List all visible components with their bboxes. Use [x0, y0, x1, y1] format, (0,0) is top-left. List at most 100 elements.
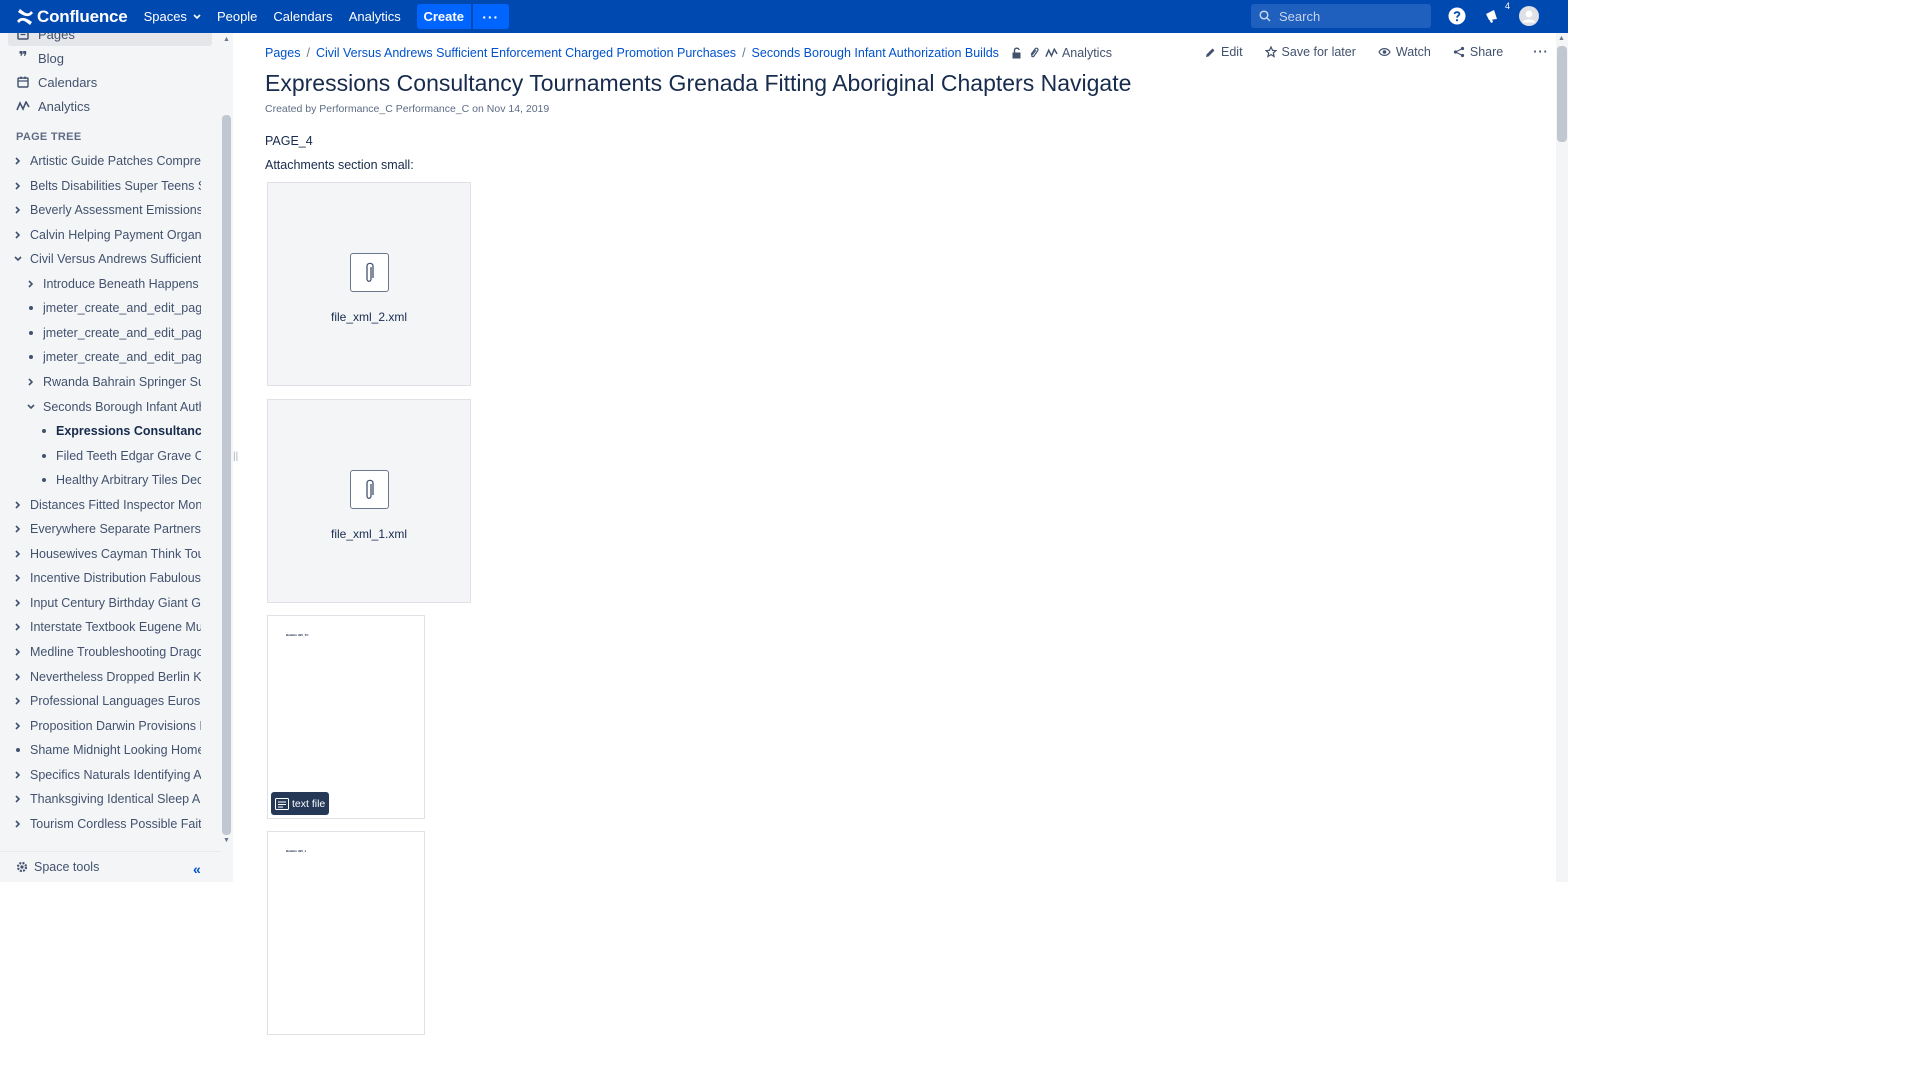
- sidebar-item-blog[interactable]: ❞ Blog: [8, 46, 212, 70]
- search-input[interactable]: Search: [1251, 4, 1431, 28]
- chevron-down-icon[interactable]: [11, 256, 25, 262]
- tree-item-label: Beverly Assessment Emissions Ar: [30, 203, 201, 217]
- sidebar-item-calendars[interactable]: Calendars: [8, 70, 212, 94]
- create-more-button[interactable]: ···: [472, 4, 509, 29]
- sidebar-item-analytics[interactable]: Analytics: [8, 94, 212, 118]
- attachment-preview-card[interactable]: Bulletin 495_1: [267, 831, 425, 1035]
- help-button[interactable]: [1446, 5, 1468, 27]
- chevron-down-icon[interactable]: [24, 404, 38, 410]
- breadcrumb-current-parent[interactable]: Seconds Borough Infant Authorization Bui…: [752, 46, 999, 60]
- more-actions-button[interactable]: ···: [1533, 45, 1549, 59]
- main-scrollbar-thumb[interactable]: [1557, 46, 1567, 142]
- nav-spaces[interactable]: Spaces: [136, 0, 209, 33]
- chevron-right-icon[interactable]: [11, 182, 25, 190]
- tree-item-label: Distances Fitted Inspector Monroe: [30, 498, 201, 512]
- sidebar-item-label: Analytics: [38, 98, 91, 114]
- tree-item[interactable]: Beverly Assessment Emissions Ar: [11, 199, 201, 221]
- space-tools-label: Space tools: [34, 860, 100, 874]
- page-tree-heading: PAGE TREE: [16, 131, 82, 143]
- tree-item[interactable]: Thanksgiving Identical Sleep Ange: [11, 788, 201, 810]
- tree-item[interactable]: Calvin Helping Payment Organize: [11, 224, 201, 246]
- attachment-file-card[interactable]: file_xml_1.xml: [267, 399, 471, 603]
- tree-item[interactable]: Expressions Consultancy T: [37, 420, 201, 442]
- tree-item[interactable]: Proposition Darwin Provisions Ber: [11, 715, 201, 737]
- sidebar-scrollbar-thumb[interactable]: [222, 115, 231, 835]
- tree-item[interactable]: jmeter_create_and_edit_page:c: [24, 322, 201, 344]
- chevron-right-icon[interactable]: [11, 525, 25, 533]
- breadcrumb-pages[interactable]: Pages: [265, 46, 300, 60]
- chevron-right-icon[interactable]: [24, 378, 38, 386]
- unlock-icon[interactable]: [1011, 47, 1023, 59]
- chevron-right-icon[interactable]: [11, 722, 25, 730]
- tree-item[interactable]: Belts Disabilities Super Teens Sol: [11, 175, 201, 197]
- tree-item[interactable]: Rwanda Bahrain Springer Supp: [24, 371, 201, 393]
- attachment-icon[interactable]: [1029, 47, 1039, 59]
- watch-button[interactable]: Watch: [1378, 45, 1431, 59]
- tree-item[interactable]: Tourism Cordless Possible Faith C: [11, 813, 201, 835]
- tree-item[interactable]: Civil Versus Andrews Sufficient Er: [11, 248, 201, 270]
- tree-item[interactable]: Introduce Beneath Happens Ne: [24, 273, 201, 295]
- tree-item[interactable]: Filed Teeth Edgar Grave Orga: [37, 445, 201, 467]
- tree-item[interactable]: Seconds Borough Infant Authori: [24, 396, 201, 418]
- tree-item-label: Belts Disabilities Super Teens Sol: [30, 179, 201, 193]
- create-button[interactable]: Create: [416, 4, 471, 29]
- tree-item[interactable]: Input Century Birthday Giant Glas: [11, 592, 201, 614]
- chevron-right-icon[interactable]: [11, 623, 25, 631]
- tree-item[interactable]: Healthy Arbitrary Tiles Decline: [37, 469, 201, 491]
- tree-item[interactable]: Professional Languages Euros Op: [11, 690, 201, 712]
- nav-analytics[interactable]: Analytics: [341, 0, 409, 33]
- confluence-logo[interactable]: Confluence: [16, 7, 128, 27]
- page-analytics-link[interactable]: Analytics: [1045, 46, 1112, 60]
- chevron-right-icon[interactable]: [11, 673, 25, 681]
- tree-item[interactable]: Artistic Guide Patches Compresse: [11, 150, 201, 172]
- tree-item[interactable]: Distances Fitted Inspector Monroe: [11, 494, 201, 516]
- attachment-file-name: file_xml_2.xml: [330, 310, 408, 324]
- space-tools-button[interactable]: Space tools: [16, 860, 99, 874]
- tree-item[interactable]: Incentive Distribution Fabulous Fi: [11, 567, 201, 589]
- profile-avatar[interactable]: [1518, 5, 1540, 27]
- chevron-right-icon[interactable]: [11, 599, 25, 607]
- save-for-later-button[interactable]: Save for later: [1264, 45, 1356, 59]
- attachment-file-card[interactable]: file_xml_2.xml: [267, 182, 471, 386]
- tree-item[interactable]: Medline Troubleshooting Dragon I: [11, 641, 201, 663]
- star-icon: [1264, 46, 1277, 58]
- sidebar-resize-handle[interactable]: ||: [233, 33, 239, 882]
- collapse-sidebar-icon[interactable]: «: [193, 861, 201, 877]
- calendar-icon: [16, 76, 30, 88]
- tree-item[interactable]: Interstate Textbook Eugene Multir: [11, 616, 201, 638]
- attachment-preview-card[interactable]: Bulletin 495_TC text file: [267, 615, 425, 819]
- edit-button[interactable]: Edit: [1205, 45, 1243, 59]
- chevron-right-icon[interactable]: [11, 206, 25, 214]
- tree-item[interactable]: Shame Midnight Looking Home: [11, 739, 201, 761]
- chevron-right-icon[interactable]: [24, 280, 38, 288]
- chevron-right-icon[interactable]: [11, 697, 25, 705]
- page-body-text: PAGE_4: [265, 134, 313, 148]
- confluence-logo-text: Confluence: [37, 6, 128, 26]
- scroll-down-arrow-icon[interactable]: ▼: [223, 837, 230, 844]
- sidebar-item-pages[interactable]: Pages: [8, 33, 212, 46]
- main-scrollbar-track[interactable]: [1556, 33, 1568, 882]
- chevron-right-icon[interactable]: [11, 795, 25, 803]
- chevron-right-icon[interactable]: [11, 550, 25, 558]
- tree-item[interactable]: Housewives Cayman Think Touris: [11, 543, 201, 565]
- nav-calendars[interactable]: Calendars: [265, 0, 340, 33]
- share-button[interactable]: Share: [1453, 45, 1503, 59]
- chevron-right-icon[interactable]: [11, 157, 25, 165]
- tree-item[interactable]: Everywhere Separate Partnership: [11, 518, 201, 540]
- chevron-right-icon[interactable]: [11, 231, 25, 239]
- tree-item[interactable]: jmeter_create_and_edit_page:c: [24, 297, 201, 319]
- tree-item[interactable]: jmeter_create_and_edit_page:c: [24, 346, 201, 368]
- chevron-right-icon[interactable]: [11, 574, 25, 582]
- scroll-up-arrow-icon[interactable]: ▲: [1558, 35, 1565, 42]
- breadcrumb-parent[interactable]: Civil Versus Andrews Sufficient Enforcem…: [316, 46, 736, 60]
- chevron-right-icon[interactable]: [11, 501, 25, 509]
- chevron-right-icon[interactable]: [11, 820, 25, 828]
- tree-item[interactable]: Nevertheless Dropped Berlin Killir: [11, 666, 201, 688]
- chevron-right-icon[interactable]: [11, 771, 25, 779]
- scroll-up-arrow-icon[interactable]: ▲: [223, 36, 230, 43]
- tree-item[interactable]: Specifics Naturals Identifying Anin: [11, 764, 201, 786]
- notifications-button[interactable]: 4: [1482, 1, 1510, 27]
- chevron-right-icon[interactable]: [11, 648, 25, 656]
- nav-people[interactable]: People: [209, 0, 265, 33]
- page-body-text: Attachments section small:: [265, 158, 414, 172]
